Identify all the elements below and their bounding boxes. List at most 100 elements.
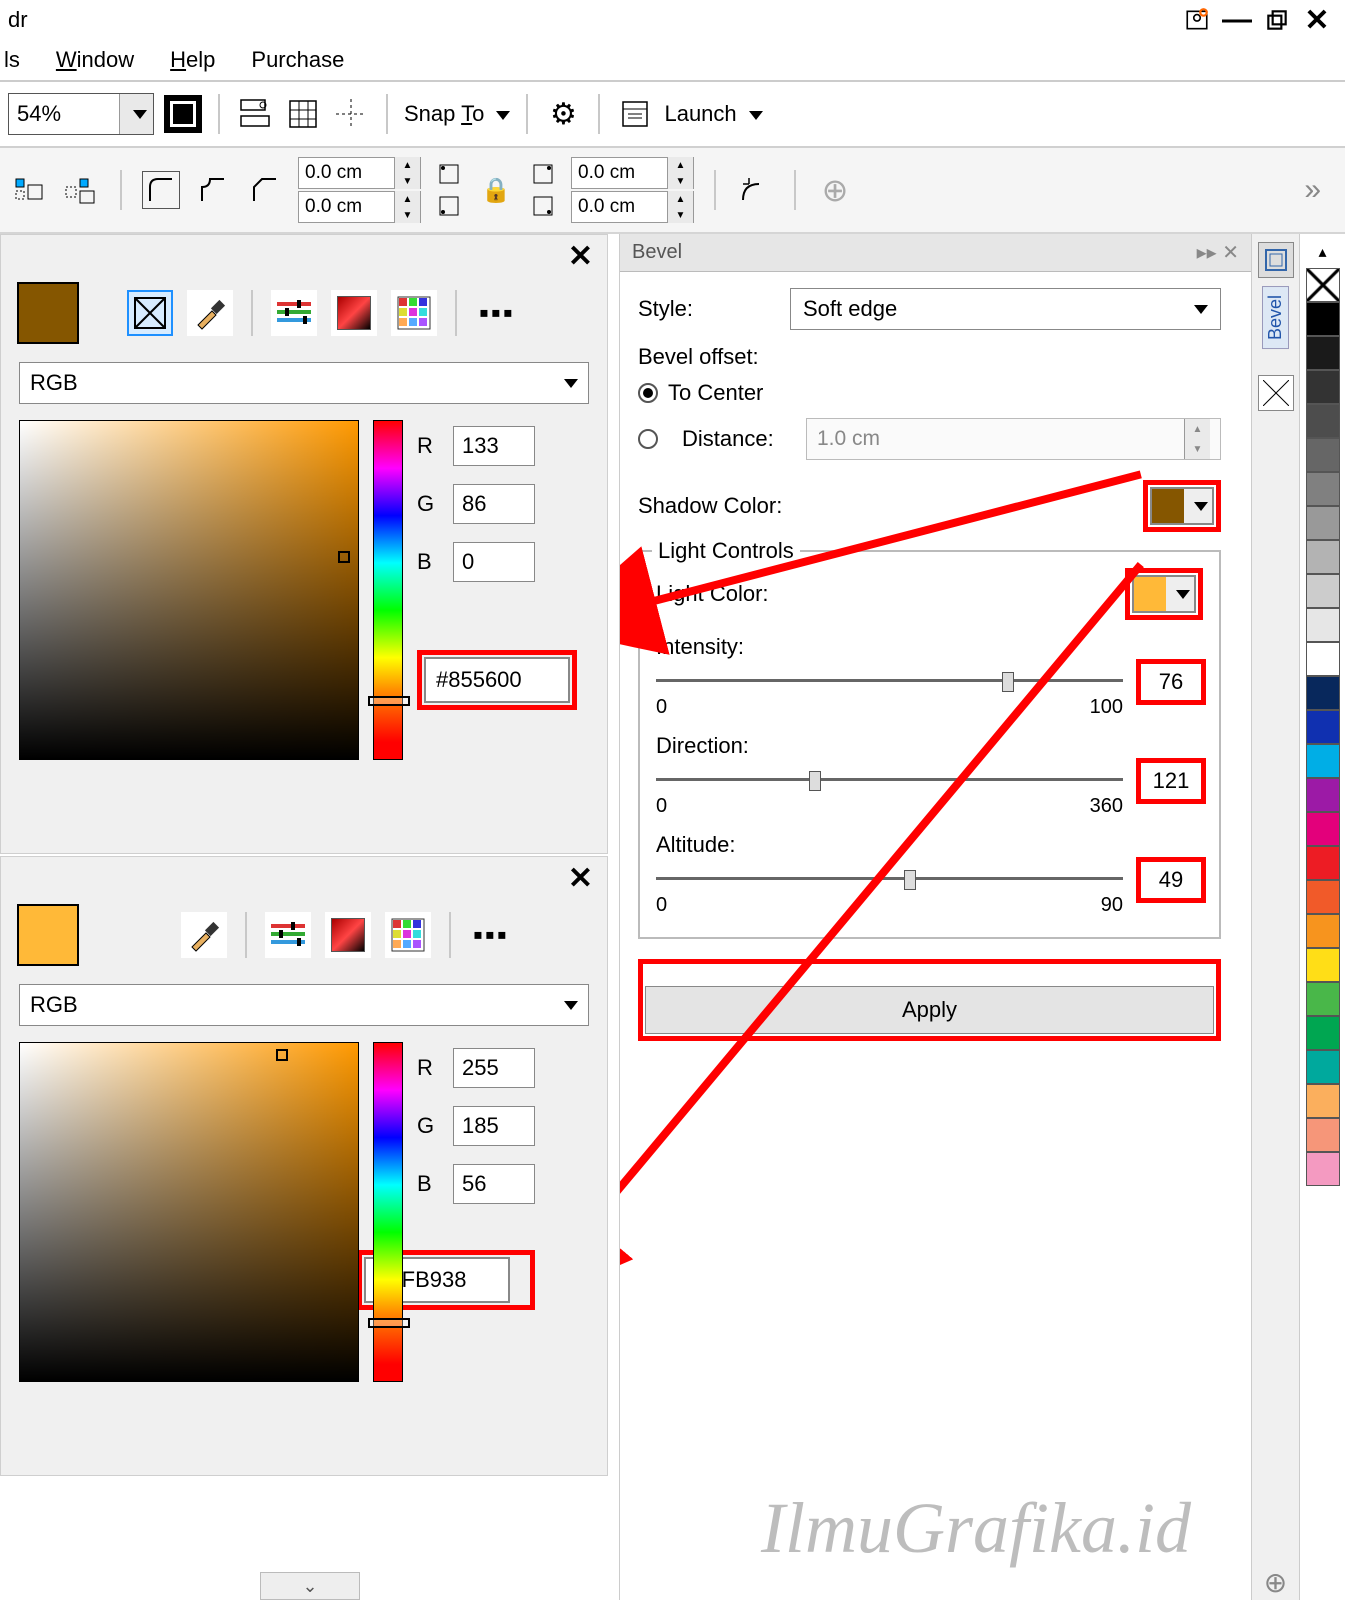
g-value-input[interactable] [453,484,535,524]
palette-swatch[interactable] [1306,302,1340,336]
palette-swatch[interactable] [1306,948,1340,982]
palette-swatch[interactable] [1306,1084,1340,1118]
palette-scroll-up[interactable]: ▴ [1318,242,1326,262]
eyedropper-button[interactable] [187,290,233,336]
show-guidelines-icon[interactable] [332,95,370,133]
palette-swatch[interactable] [1306,1016,1340,1050]
more-options-icon[interactable]: ▪▪▪ [479,297,515,329]
corner-br-input[interactable] [572,192,667,222]
menu-purchase[interactable]: Purchase [251,47,344,73]
horizontal-scroll-hint[interactable] [260,1572,360,1600]
palette-swatch[interactable] [1306,812,1340,846]
palette-swatch[interactable] [1306,846,1340,880]
more-options-icon[interactable]: ▪▪▪ [473,919,509,951]
zoom-dropdown[interactable] [119,94,153,134]
light-color-button[interactable] [1132,575,1196,613]
eyedropper-button[interactable] [181,912,227,958]
intensity-value[interactable]: 76 [1139,662,1203,702]
wrap-state-icon[interactable] [10,171,48,209]
direction-slider[interactable]: 121 [656,767,1203,793]
r-value-input[interactable] [453,426,535,466]
no-fill-button[interactable] [127,290,173,336]
restore-button[interactable] [1257,3,1297,38]
palette-swatch[interactable] [1306,404,1340,438]
corner-round-icon[interactable] [142,171,180,209]
corner-scallop-icon[interactable] [194,171,232,209]
palette-swatch[interactable] [1306,710,1340,744]
unknown-docker-icon[interactable] [1258,375,1294,411]
corner-chamfer-icon[interactable] [246,171,284,209]
corner-tl-input[interactable] [299,158,394,188]
altitude-slider[interactable]: 49 [656,866,1203,892]
palette-swatch[interactable] [1306,336,1340,370]
no-color-swatch[interactable] [1306,268,1340,302]
signin-icon[interactable] [1177,3,1217,38]
toolbar-overflow[interactable]: » [1304,173,1335,207]
direction-value[interactable]: 121 [1139,761,1203,801]
palette-view-button[interactable] [391,290,437,336]
altitude-value[interactable]: 49 [1139,860,1203,900]
fullscreen-icon[interactable] [164,95,202,133]
palette-swatch[interactable] [1306,438,1340,472]
close-button[interactable]: ✕ [1297,3,1337,38]
wrap-state-2-icon[interactable] [62,171,100,209]
bevel-docker-icon[interactable] [1258,242,1294,278]
to-center-radio[interactable] [638,383,658,403]
b-value-input[interactable] [453,542,535,582]
color-gradient-area[interactable] [19,420,359,760]
close-icon[interactable]: ✕ [1,857,607,896]
sliders-view-button[interactable] [265,912,311,958]
snapto-label[interactable]: Snap To [404,101,510,127]
options-gear-icon[interactable]: ⚙ [544,95,582,133]
palette-swatch[interactable] [1306,982,1340,1016]
show-grid-icon[interactable] [284,95,322,133]
palette-swatch[interactable] [1306,676,1340,710]
color-viewer-button[interactable] [325,912,371,958]
menu-window[interactable]: Window [56,47,134,73]
palette-swatch[interactable] [1306,914,1340,948]
zoom-level-combo[interactable] [8,93,154,135]
close-icon[interactable]: ✕ [1,235,607,274]
shadow-color-button[interactable] [1150,487,1214,525]
menu-help[interactable]: Help [170,47,215,73]
hex-value-input[interactable] [424,657,570,703]
b-value-input[interactable] [453,1164,535,1204]
palette-swatch[interactable] [1306,880,1340,914]
corner-bl-input[interactable] [299,192,394,222]
hue-slider[interactable] [373,420,403,760]
color-model-combo[interactable]: RGB [19,984,589,1026]
intensity-slider[interactable]: 76 [656,668,1203,694]
application-launcher-icon[interactable] [616,95,654,133]
minimize-button[interactable]: — [1217,3,1257,38]
menu-tools-fragment[interactable]: ls [4,47,20,73]
hue-slider[interactable] [373,1042,403,1382]
palette-swatch[interactable] [1306,540,1340,574]
sliders-view-button[interactable] [271,290,317,336]
palette-swatch[interactable] [1306,608,1340,642]
color-gradient-area[interactable] [19,1042,359,1382]
show-rulers-icon[interactable] [236,95,274,133]
lock-corners-icon[interactable]: 🔒 [477,171,515,209]
palette-view-button[interactable] [385,912,431,958]
r-value-input[interactable] [453,1048,535,1088]
relative-corner-icon[interactable] [736,171,774,209]
color-model-combo[interactable]: RGB [19,362,589,404]
add-docker-icon[interactable]: ⊕ [1258,1564,1294,1600]
corner-tr-input[interactable] [572,158,667,188]
palette-swatch[interactable] [1306,1152,1340,1186]
palette-swatch[interactable] [1306,642,1340,676]
style-combo[interactable]: Soft edge [790,288,1221,330]
docker-collapse-icon[interactable]: ▸▸ ✕ [1197,240,1239,265]
palette-swatch[interactable] [1306,744,1340,778]
palette-swatch[interactable] [1306,506,1340,540]
apply-button[interactable]: Apply [645,986,1214,1034]
zoom-level-input[interactable] [9,94,119,134]
launch-label[interactable]: Launch [664,101,762,127]
color-viewer-button[interactable] [331,290,377,336]
palette-swatch[interactable] [1306,370,1340,404]
palette-swatch[interactable] [1306,574,1340,608]
palette-swatch[interactable] [1306,1118,1340,1152]
distance-radio[interactable] [638,429,658,449]
palette-swatch[interactable] [1306,778,1340,812]
add-node-icon[interactable]: ⊕ [816,171,854,209]
